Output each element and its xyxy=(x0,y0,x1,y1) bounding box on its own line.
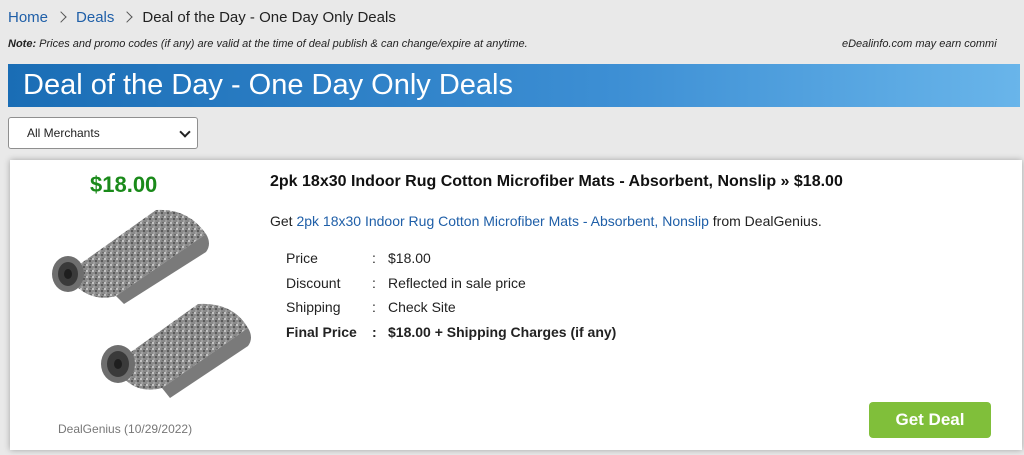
page-title-banner: Deal of the Day - One Day Only Deals xyxy=(8,64,1020,107)
price-note: Note: Prices and promo codes (if any) ar… xyxy=(8,38,1024,50)
chevron-right-icon xyxy=(55,11,67,23)
shipping-row: Shipping : Check Site xyxy=(286,295,616,320)
shipping-label: Shipping xyxy=(286,299,341,316)
discount-label: Discount xyxy=(286,274,341,291)
store-date: DealGenius (10/29/2022) xyxy=(58,422,193,436)
breadcrumb-home-link[interactable]: Home xyxy=(8,9,48,26)
discount-colon: : xyxy=(372,274,376,291)
final-price-value: $18.00 + Shipping Charges (if any) xyxy=(388,323,617,340)
deal-title[interactable]: 2pk 18x30 Indoor Rug Cotton Microfiber M… xyxy=(270,173,843,191)
final-price-row: Final Price : $18.00 + Shipping Charges … xyxy=(286,320,616,345)
desc-prefix: Get xyxy=(270,213,297,229)
page-title: Deal of the Day - One Day Only Deals xyxy=(23,69,513,101)
get-deal-button[interactable]: Get Deal xyxy=(869,402,991,438)
discount-row: Discount : Reflected in sale price xyxy=(286,271,616,296)
price-row: Price : $18.00 xyxy=(286,246,616,271)
note-text: Prices and promo codes (if any) are vali… xyxy=(36,38,528,50)
final-price-colon: : xyxy=(372,323,377,340)
breadcrumb-deals-link[interactable]: Deals xyxy=(76,9,114,26)
deal-details: Price : $18.00 Discount : Reflected in s… xyxy=(286,246,616,344)
price-label: Price xyxy=(286,250,318,267)
product-image[interactable] xyxy=(38,204,253,414)
breadcrumb-current: Deal of the Day - One Day Only Deals xyxy=(142,8,396,26)
final-price-label: Final Price xyxy=(286,323,357,340)
desc-suffix: from DealGenius. xyxy=(708,213,822,229)
deal-description: Get 2pk 18x30 Indoor Rug Cotton Microfib… xyxy=(270,213,822,229)
note-label: Note: xyxy=(8,38,37,50)
chevron-right-icon xyxy=(121,11,134,23)
deal-card: $18.00 DealGenius (10/29/2022) 2pk 18x30… xyxy=(10,160,1022,450)
deal-price: $18.00 xyxy=(90,172,158,197)
price-value: $18.00 xyxy=(388,250,431,267)
merchant-filter-select[interactable]: All Merchants xyxy=(8,117,198,149)
breadcrumb: Home Deals Deal of the Day - One Day Onl… xyxy=(8,7,396,27)
chevron-down-icon xyxy=(179,126,191,138)
shipping-colon: : xyxy=(372,299,376,316)
discount-value: Reflected in sale price xyxy=(388,274,526,291)
affiliate-disclosure: eDealinfo.com may earn commi xyxy=(842,38,997,50)
merchant-filter-value: All Merchants xyxy=(27,126,100,140)
shipping-value: Check Site xyxy=(388,299,456,316)
product-link[interactable]: 2pk 18x30 Indoor Rug Cotton Microfiber M… xyxy=(296,213,708,229)
price-colon: : xyxy=(372,250,376,267)
